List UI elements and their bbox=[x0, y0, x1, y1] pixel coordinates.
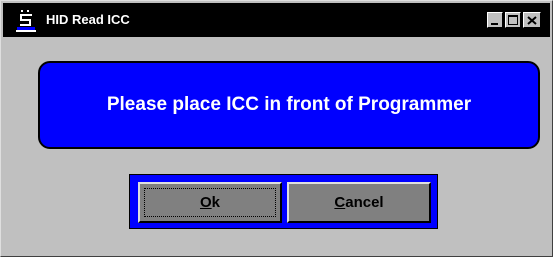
ok-mnemonic: O bbox=[199, 194, 212, 211]
maximize-button[interactable] bbox=[505, 12, 521, 28]
title-bar[interactable]: HID Read ICC bbox=[3, 3, 550, 37]
message-panel: Please place ICC in front of Programmer bbox=[38, 61, 540, 149]
close-icon bbox=[527, 16, 537, 25]
dialog-window: HID Read ICC Please place ICC in front o… bbox=[0, 0, 553, 257]
ok-label-rest: k bbox=[211, 194, 220, 211]
cancel-button[interactable]: Cancel bbox=[287, 182, 431, 223]
message-text: Please place ICC in front of Programmer bbox=[106, 94, 472, 115]
minimize-button[interactable] bbox=[487, 12, 503, 28]
button-bar: Ok Cancel bbox=[129, 174, 438, 229]
window-title: HID Read ICC bbox=[46, 12, 130, 27]
app-icon[interactable] bbox=[15, 8, 37, 32]
ok-button[interactable]: Ok bbox=[138, 182, 282, 223]
cancel-label-rest: ancel bbox=[345, 194, 384, 211]
cancel-mnemonic: C bbox=[334, 194, 346, 211]
close-button[interactable] bbox=[523, 12, 541, 28]
